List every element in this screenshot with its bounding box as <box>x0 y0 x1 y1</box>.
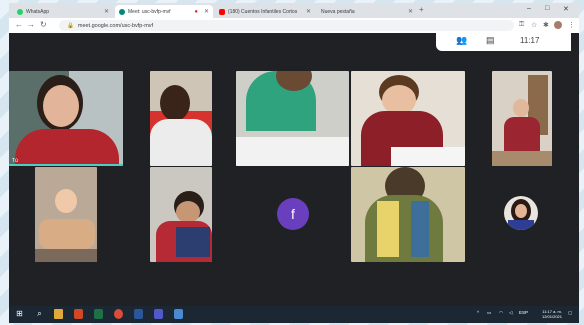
windows-start-icon[interactable]: ⊞ <box>15 309 24 319</box>
face-shape <box>513 99 529 117</box>
video-tile-self[interactable]: Tú <box>9 71 123 166</box>
shirt-shape <box>15 129 119 166</box>
shirt-shape <box>504 117 540 151</box>
meeting-clock: 11:17 <box>520 36 540 45</box>
volume-icon[interactable]: ◁ <box>509 310 512 316</box>
paper-shape <box>391 147 465 166</box>
back-icon[interactable]: ← <box>15 20 23 29</box>
stripe-shape <box>411 201 429 257</box>
video-tile-2[interactable] <box>150 71 212 166</box>
lock-icon: 🔒 <box>67 22 74 29</box>
language-indicator[interactable]: ESP <box>519 310 528 315</box>
participant-avatar: f <box>277 198 309 230</box>
extension-icon[interactable]: ✱ <box>543 21 549 29</box>
video-tile-7[interactable] <box>150 167 212 262</box>
taskbar-clock[interactable]: 11:17 a. m. 12/01/2021 <box>532 309 562 319</box>
video-tile-3[interactable] <box>236 71 349 166</box>
tab-whatsapp[interactable]: WhatsApp ✕ <box>13 5 113 18</box>
file-explorer-icon[interactable] <box>54 309 63 319</box>
wifi-icon[interactable]: ◠ <box>499 310 503 316</box>
battery-icon: ▭ <box>487 310 492 315</box>
tab-new[interactable]: Nueva pestaña ✕ <box>317 5 417 18</box>
profile-avatar[interactable] <box>554 21 562 29</box>
tab-label: Nueva pestaña <box>321 8 355 15</box>
hair-shape <box>160 85 190 121</box>
video-tile-8[interactable] <box>351 167 465 262</box>
maximize-button[interactable]: □ <box>545 5 549 12</box>
close-icon[interactable]: ✕ <box>408 8 413 15</box>
address-bar[interactable]: 🔒 meet.google.com/usc-bvfp-mvf <box>59 20 514 31</box>
search-icon[interactable]: ⌕ <box>35 309 44 319</box>
menu-icon[interactable]: ⋮ <box>568 21 575 29</box>
video-tile-4[interactable] <box>351 71 465 166</box>
key-icon[interactable]: ⚿ <box>519 21 524 29</box>
participant-avatar-photo <box>504 196 538 230</box>
taskbar-date: 12/01/2021 <box>541 314 562 319</box>
face-shape <box>43 85 79 127</box>
face-shape <box>515 204 527 218</box>
app-icon[interactable] <box>174 309 183 319</box>
meet-stage: Tú f <box>9 33 579 308</box>
youtube-icon <box>219 8 225 15</box>
video-tile-6[interactable] <box>35 167 97 262</box>
face-shape <box>55 189 77 213</box>
whatsapp-icon <box>17 8 23 15</box>
video-tile-5[interactable] <box>492 71 552 166</box>
table-shape <box>35 249 97 262</box>
tab-meet[interactable]: Meet: usc-bvfp-mvf ● ✕ <box>115 5 213 18</box>
chrome-icon[interactable] <box>114 309 123 319</box>
close-icon[interactable]: ✕ <box>104 8 109 15</box>
table-shape <box>492 151 552 166</box>
face-shape <box>176 201 200 223</box>
new-tab-button[interactable]: + <box>419 5 424 14</box>
meet-icon <box>119 8 125 15</box>
notification-icon[interactable]: ▢ <box>568 310 572 316</box>
arms-shape <box>39 219 95 249</box>
close-window-button[interactable]: ✕ <box>563 5 569 13</box>
teams-icon[interactable] <box>154 309 163 319</box>
tab-label: (180) Cuentos Infantiles Cortos <box>228 8 298 15</box>
excel-icon[interactable] <box>94 309 103 319</box>
star-icon[interactable]: ☆ <box>531 21 537 29</box>
windows-taskbar: ⊞ ⌕ ^ ▭ ◠ ◁ ESP 11:17 a. m. 12/01/2021 ▢ <box>9 306 579 323</box>
tab-label: WhatsApp <box>26 8 50 15</box>
tab-label: Meet: usc-bvfp-mvf <box>128 8 171 15</box>
recording-dot-icon: ● <box>194 8 198 15</box>
reload-icon[interactable]: ↻ <box>40 20 47 29</box>
word-icon[interactable] <box>134 309 143 319</box>
tab-youtube[interactable]: (180) Cuentos Infantiles Cortos ✕ <box>215 5 315 18</box>
forward-icon[interactable]: → <box>27 20 35 29</box>
meet-top-panel: 👥 ▤ 11:17 <box>436 31 571 51</box>
powerpoint-icon[interactable] <box>74 309 83 319</box>
chat-icon[interactable]: ▤ <box>486 35 495 46</box>
close-icon[interactable]: ✕ <box>204 8 209 15</box>
desk-shape <box>236 137 349 166</box>
stripe-shape <box>377 201 399 257</box>
shirt-shape <box>508 220 534 230</box>
url-text: meet.google.com/usc-bvfp-mvf <box>77 22 154 29</box>
sleeve-shape <box>176 227 210 257</box>
people-icon[interactable]: 👥 <box>456 35 467 46</box>
minimize-button[interactable]: – <box>527 5 531 12</box>
shirt-shape <box>150 119 212 166</box>
tray-chevron-icon[interactable]: ^ <box>477 310 479 315</box>
tab-strip: WhatsApp ✕ Meet: usc-bvfp-mvf ● ✕ (180) … <box>9 3 579 18</box>
close-icon[interactable]: ✕ <box>306 8 311 15</box>
speaking-indicator <box>9 164 123 166</box>
